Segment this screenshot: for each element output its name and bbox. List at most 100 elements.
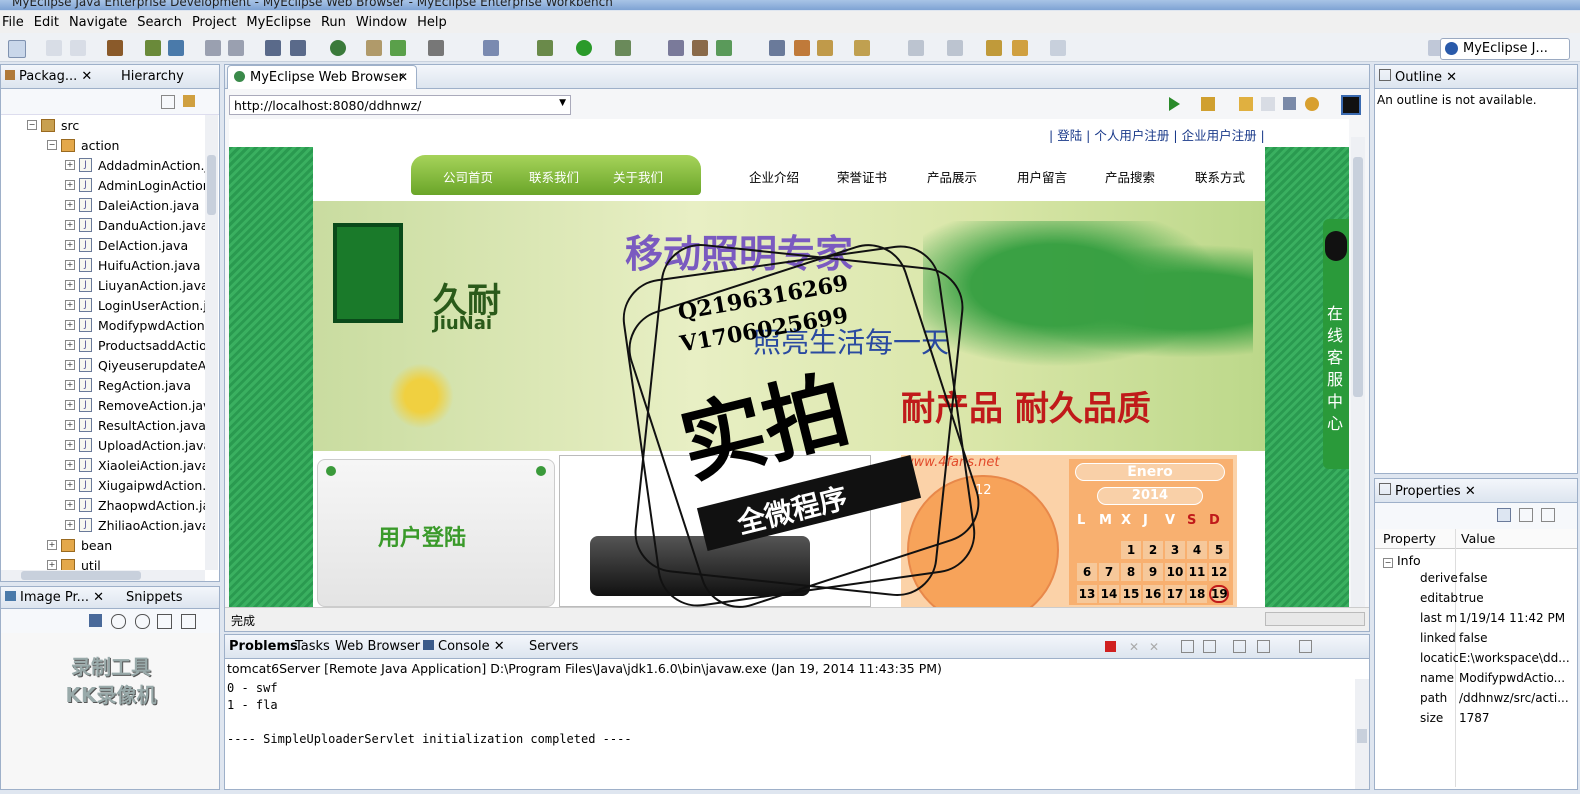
browser-menu-icon[interactable] [1341, 95, 1361, 115]
prev-edit-icon[interactable] [908, 40, 924, 56]
menu-run[interactable]: Run [319, 15, 354, 30]
property-row[interactable]: linked false [1375, 631, 1570, 651]
calendar-day[interactable]: 13 [1077, 585, 1097, 603]
nav-about[interactable]: 关于我们 [613, 167, 663, 186]
refresh-icon[interactable] [1305, 97, 1319, 111]
tree-file[interactable]: + J HuifuAction.java [65, 255, 200, 275]
run-icon[interactable] [576, 40, 592, 56]
property-row[interactable]: name ModifypwdActio... [1375, 671, 1570, 691]
calendar-day[interactable]: 6 [1077, 563, 1097, 581]
link-company-register[interactable]: 企业用户注册 [1182, 128, 1257, 143]
advanced-icon[interactable] [1519, 508, 1533, 522]
zoom-fit-icon[interactable] [89, 614, 102, 627]
wizard-icon[interactable] [205, 40, 221, 56]
display-console-icon[interactable] [1257, 640, 1270, 653]
tab-problems[interactable]: Problems [229, 639, 298, 654]
fit-window-icon[interactable] [181, 614, 196, 629]
debug-icon[interactable] [537, 40, 553, 56]
tab-tasks[interactable]: Tasks [295, 639, 330, 654]
menu-window[interactable]: Window [354, 15, 415, 30]
external-tools-icon[interactable] [615, 40, 631, 56]
tree-file[interactable]: + J RegAction.java [65, 375, 191, 395]
last-edit-icon[interactable] [986, 40, 1002, 56]
tab-package-explorer[interactable]: Packag... ✕ [5, 69, 92, 84]
console-scroll-thumb[interactable] [1357, 729, 1367, 743]
open-folder-icon[interactable] [817, 40, 833, 56]
categories-icon[interactable] [1497, 508, 1511, 522]
calendar-day[interactable]: 1 [1121, 541, 1141, 559]
back-icon[interactable] [1239, 97, 1253, 111]
remove-all-icon[interactable]: ✕ [1149, 640, 1159, 654]
tree-horizontal-scrollbar[interactable] [1, 570, 205, 581]
calendar-year[interactable]: 2014 [1097, 487, 1203, 505]
tab-snippets[interactable]: Snippets [126, 590, 182, 605]
collapse-all-icon[interactable] [161, 95, 175, 109]
nav-contact[interactable]: 联系我们 [529, 167, 579, 186]
online-service-widget[interactable]: 在线客服中心 [1323, 219, 1349, 469]
tree-file[interactable]: + J UploadAction.java [65, 435, 205, 455]
rocket-icon[interactable] [794, 40, 810, 56]
file-icon[interactable] [854, 40, 870, 56]
tab-console[interactable]: Console ✕ [423, 639, 505, 654]
forward-icon[interactable] [1261, 97, 1275, 111]
browser-scroll-thumb[interactable] [1353, 157, 1363, 397]
calendar-day[interactable]: 16 [1143, 585, 1163, 603]
link-login[interactable]: 登陆 [1057, 128, 1082, 143]
menu-search[interactable]: Search [135, 15, 190, 30]
tree-file[interactable]: + J ResultAction.java [65, 415, 205, 435]
calendar-day[interactable]: 2 [1143, 541, 1163, 559]
tree-file[interactable]: + J XiugaipwdAction.j [65, 475, 205, 495]
calendar-day[interactable]: 11 [1187, 563, 1207, 581]
nav-products[interactable]: 产品展示 [927, 167, 977, 186]
tree-vertical-scrollbar[interactable] [205, 115, 218, 570]
globe-icon[interactable] [330, 40, 346, 56]
nav-messages[interactable]: 用户留言 [1017, 167, 1067, 186]
link-personal-register[interactable]: 个人用户注册 [1094, 128, 1169, 143]
menu-edit[interactable]: Edit [32, 15, 67, 30]
console-scrollbar[interactable] [1355, 679, 1369, 789]
zoom-out-icon[interactable] [111, 614, 126, 629]
pin-console-icon[interactable] [1233, 640, 1246, 653]
perspective-switcher[interactable]: MyEclipse J... [1440, 38, 1570, 60]
zoom-in-icon[interactable] [135, 614, 150, 629]
browser-vertical-scrollbar[interactable] [1351, 137, 1365, 607]
property-row[interactable]: derive false [1375, 571, 1570, 591]
nav-company[interactable]: 企业介绍 [749, 167, 799, 186]
tree-file[interactable]: + J QiyeuserupdateA [65, 355, 205, 375]
tree-file[interactable]: + J DaleiAction.java [65, 195, 199, 215]
calendar-day[interactable]: 12 [1209, 563, 1229, 581]
calendar-day[interactable]: 15 [1121, 585, 1141, 603]
tree-file[interactable]: + J RemoveAction.jav [65, 395, 205, 415]
calendar-day[interactable]: 3 [1165, 541, 1185, 559]
next-annotation-icon[interactable] [947, 40, 963, 56]
properties-group-info[interactable]: − Info [1383, 553, 1421, 568]
close-icon[interactable]: ✕ [398, 70, 408, 84]
url-dropdown-icon[interactable]: ▼ [559, 98, 566, 108]
calendar-day[interactable]: 14 [1099, 585, 1119, 603]
refresh-icon[interactable] [716, 40, 732, 56]
product-image[interactable] [559, 455, 871, 607]
link-editor-icon[interactable] [183, 95, 195, 107]
tree-file[interactable]: + J DanduAction.java [65, 215, 205, 235]
value-column-header[interactable]: Value [1461, 531, 1495, 546]
server-icon[interactable] [145, 40, 161, 56]
menu-myeclipse[interactable]: MyEclipse [244, 15, 319, 30]
stop-icon[interactable] [1283, 97, 1296, 110]
restore-default-icon[interactable] [1541, 508, 1555, 522]
url-bar[interactable]: http://localhost:8080/ddhnwz/ ▼ [229, 95, 571, 115]
tree-file[interactable]: + J XiaoleiAction.java [65, 455, 205, 475]
clear-console-icon[interactable] [1181, 640, 1194, 653]
calendar-day[interactable]: 7 [1099, 563, 1119, 581]
tab-web-browser-view[interactable]: Web Browser [335, 639, 420, 654]
menu-help[interactable]: Help [415, 15, 455, 30]
tab-hierarchy[interactable]: Hierarchy [121, 69, 184, 84]
tree-file[interactable]: + J ProductsaddActio [65, 335, 205, 355]
ext-icon[interactable] [483, 40, 499, 56]
calendar-day[interactable]: 5 [1209, 541, 1229, 559]
property-row[interactable]: path/ddhnwz/src/acti... [1375, 691, 1570, 711]
back-icon[interactable] [1012, 40, 1028, 56]
tree-file[interactable]: + J LiuyanAction.java [65, 275, 205, 295]
property-row[interactable]: locatic E:\workspace\dd... [1375, 651, 1570, 671]
task-icon[interactable] [668, 40, 684, 56]
web-icon[interactable] [769, 40, 785, 56]
